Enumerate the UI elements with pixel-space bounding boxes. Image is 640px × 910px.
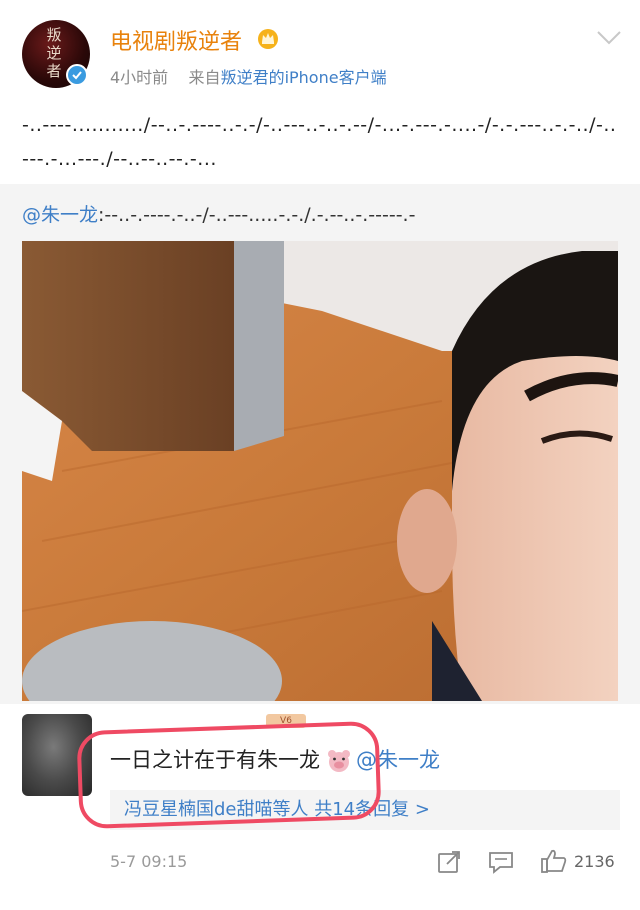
post-text: -..----.........../--..-.----..-.-/-..--… bbox=[22, 114, 617, 170]
highlight-outline bbox=[76, 720, 382, 830]
comment-footer: 5-7 09:15 2136 bbox=[0, 842, 640, 882]
repost-mention[interactable]: @朱一龙 bbox=[22, 204, 98, 226]
repost-body: :--..-.----.-..-/-..---.....-.-./.-.--..… bbox=[98, 204, 416, 226]
share-icon[interactable] bbox=[437, 850, 461, 874]
repost-text: @朱一龙:--..-.----.-..-/-..---.....-.-./.-.… bbox=[22, 200, 622, 227]
post-time: 4小时前 bbox=[110, 68, 169, 87]
comment-icon[interactable] bbox=[488, 850, 514, 874]
post-source[interactable]: 叛逆君的iPhone客户端 bbox=[221, 68, 387, 87]
post-meta: 4小时前 来自叛逆君的iPhone客户端 bbox=[110, 64, 387, 88]
like-count: 2136 bbox=[574, 852, 615, 871]
avatar-logo-text: 叛逆者 bbox=[46, 26, 62, 80]
source-prefix: 来自 bbox=[188, 68, 221, 87]
photo-illustration bbox=[22, 241, 618, 701]
post-header: 叛逆者 电视剧叛逆者 4小时前 来自叛逆君的iPhone客户端 bbox=[0, 0, 640, 100]
selfie-photo[interactable] bbox=[22, 241, 618, 701]
chevron-down-icon[interactable] bbox=[596, 30, 622, 46]
verified-icon bbox=[66, 64, 88, 86]
crown-icon bbox=[258, 29, 278, 49]
author-name[interactable]: 电视剧叛逆者 bbox=[110, 24, 242, 56]
comment-time: 5-7 09:15 bbox=[110, 852, 188, 871]
thumbs-up-icon[interactable] bbox=[540, 848, 568, 874]
